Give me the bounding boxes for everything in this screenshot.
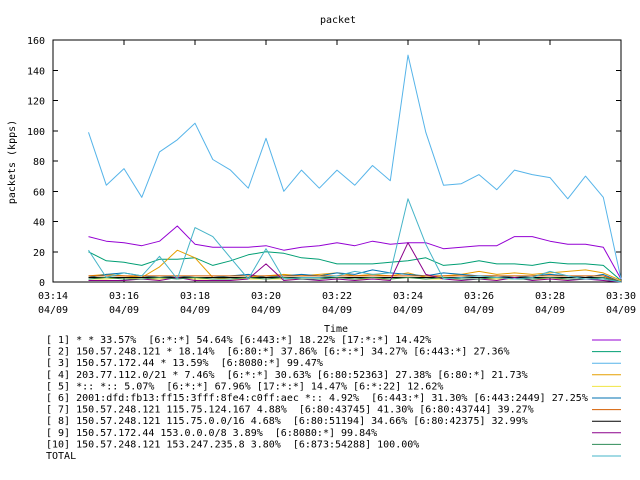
y-tick-label: 140 [27, 66, 45, 77]
y-tick-label: 160 [27, 36, 45, 47]
x-tick-date: 04/09 [109, 305, 139, 316]
y-tick-label: 100 [27, 127, 45, 138]
x-tick-date: 04/09 [180, 305, 210, 316]
x-tick-date: 04/09 [464, 305, 494, 316]
x-tick-time: 03:26 [464, 291, 494, 302]
legend: [ 1] * * 33.57% [6:*:*] 54.64% [6:443:*]… [46, 335, 621, 462]
x-tick-time: 03:30 [606, 291, 636, 302]
x-tick-time: 03:16 [109, 291, 139, 302]
x-tick-time: 03:24 [393, 291, 423, 302]
y-tick-label: 80 [33, 157, 45, 168]
legend-label: [ 3] 150.57.172.44 * 13.59% [6:8080:*] 9… [46, 358, 323, 369]
y-tick-label: 0 [39, 278, 45, 289]
legend-label: [ 2] 150.57.248.121 * 18.14% [6:80:*] 37… [46, 347, 510, 358]
legend-label: [ 9] 150.57.172.44 153.0.0.0/8 3.89% [6:… [46, 428, 377, 439]
legend-label: [ 6] 2001:dfd:fb13:ff15:3fff:8fe4:c0ff:a… [46, 393, 588, 404]
legend-label: TOTAL [46, 451, 76, 462]
x-axis-label: Time [324, 324, 348, 335]
legend-label: [ 5] *:: *:: 5.07% [6:*:*] 67.96% [17:*:… [46, 381, 443, 392]
series-lines [88, 54, 622, 283]
y-tick-label: 60 [33, 187, 45, 198]
legend-label: [ 8] 150.57.248.121 115.75.0.0/16 4.68% … [46, 416, 528, 427]
x-tick-date: 04/09 [251, 305, 281, 316]
y-tick-label: 40 [33, 218, 45, 229]
x-tick-date: 04/09 [38, 305, 68, 316]
plot-border [52, 39, 622, 283]
packet-chart: packet packets (kpps) Time 0 20 40 60 80 100 1… [7, 15, 636, 462]
y-ticks: 0 20 40 60 80 100 120 140 160 [27, 36, 621, 289]
legend-label: [ 4] 203.77.112.0/21 * 7.46% [6:*:*] 30.… [46, 370, 528, 381]
x-tick-time: 03:14 [38, 291, 68, 302]
x-tick-time: 03:18 [180, 291, 210, 302]
x-tick-date: 04/09 [606, 305, 636, 316]
legend-label: [ 7] 150.57.248.121 115.75.124.167 4.88%… [46, 405, 534, 416]
y-tick-label: 120 [27, 97, 45, 108]
y-tick-label: 20 [33, 248, 45, 259]
x-tick-time: 03:20 [251, 291, 281, 302]
chart-title: packet [320, 15, 356, 26]
x-tick-date: 04/09 [535, 305, 565, 316]
x-tick-date: 04/09 [393, 305, 423, 316]
x-tick-time: 03:28 [535, 291, 565, 302]
legend-label: [10] 150.57.248.121 153.247.235.8 3.80% … [46, 439, 419, 450]
legend-label: [ 1] * * 33.57% [6:*:*] 54.64% [6:443:*]… [46, 335, 431, 346]
y-axis-label: packets (kpps) [7, 120, 18, 204]
x-tick-time: 03:22 [322, 291, 352, 302]
x-tick-date: 04/09 [322, 305, 352, 316]
series-line-11 [88, 198, 622, 283]
plot-frame [52, 39, 622, 283]
